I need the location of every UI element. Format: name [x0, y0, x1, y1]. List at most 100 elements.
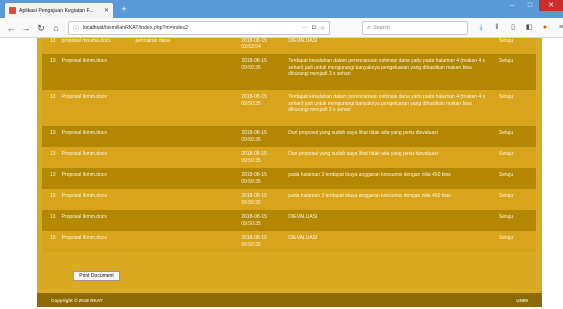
cell-description	[132, 210, 239, 232]
search-placeholder: Search	[373, 25, 390, 31]
close-tab-icon[interactable]: ✕	[104, 7, 109, 14]
cell-status: Setuju	[496, 38, 536, 55]
cell-no: 13	[42, 126, 59, 148]
cell-evaluation: Dari proposal yang sudah saya lihat tida…	[285, 147, 496, 169]
page-info-icon[interactable]: ⓘ	[73, 24, 79, 33]
cell-timestamp: 2018-08-15 09:50:35	[238, 210, 286, 232]
cell-timestamp: 2018-08-15 03:53:54	[238, 38, 286, 55]
home-icon[interactable]: ⌂	[50, 22, 62, 34]
cell-no: 13	[42, 90, 59, 127]
cell-evaluation: Terdapat kesalahan dalam perencanaan est…	[285, 90, 496, 127]
cell-evaluation: pada halaman 3 terdapat biaya anggaran k…	[285, 189, 496, 211]
cell-status: Setuju	[496, 54, 536, 91]
cell-timestamp: 2018-08-15 09:50:35	[238, 189, 286, 211]
cell-file-name: Proposal Ikmm.docx	[58, 147, 133, 169]
table-row: 13 Proposal Ikmm.docx 2018-08-15 09:50:35 T…	[42, 90, 536, 127]
library-icon[interactable]: ⫴	[492, 22, 502, 34]
cell-description	[132, 189, 239, 211]
cell-no: 13	[42, 54, 59, 91]
cell-evaluation: DIEVALUASI	[285, 210, 496, 232]
page-actions-icon[interactable]: ···	[302, 25, 308, 32]
cell-timestamp: 2018-08-15 09:50:35	[238, 126, 286, 148]
forward-icon[interactable]: →	[20, 22, 32, 34]
table-row: 13 Proposal Ikmm.docx 2018-08-15 09:50:35 T…	[42, 54, 536, 91]
cell-file-name: Proposal Ikmm.docx	[58, 210, 133, 232]
new-tab-icon[interactable]: +	[118, 4, 130, 15]
cell-no: 13	[42, 210, 59, 232]
cell-file-name: Proposal Ikmm.docx	[58, 231, 133, 253]
footer: Copyright © 2018 RKAT UNIM	[37, 293, 542, 307]
content-panel: 13 proposal mouma.docx pencairan dana 2018-…	[37, 38, 542, 293]
cell-no: 13	[42, 168, 59, 190]
cell-status: Setuju	[496, 210, 536, 232]
firefox-icon[interactable]: ●	[540, 22, 550, 34]
cell-status: Setuju	[496, 90, 536, 127]
cell-file-name: Proposal Ikmm.docx	[58, 189, 133, 211]
cell-status: Setuju	[496, 168, 536, 190]
downloads-icon[interactable]: ⤓	[476, 22, 486, 34]
minimize-icon[interactable]: –	[503, 0, 521, 11]
search-icon: ⌕	[367, 24, 371, 31]
footer-right-text: UNIM	[516, 297, 528, 303]
window-close-icon[interactable]: ✕	[539, 0, 563, 11]
cell-status: Setuju	[496, 189, 536, 211]
table-row: 13 Proposal Ikmm.docx 2018-08-15 09:50:35 p…	[42, 189, 536, 211]
cell-no: 13	[42, 189, 59, 211]
cell-file-name: proposal mouma.docx	[58, 38, 133, 55]
cell-status: Setuju	[496, 231, 536, 253]
cell-file-name: Proposal Ikmm.docx	[58, 54, 133, 91]
cell-status: Setuju	[496, 147, 536, 169]
print-document-button[interactable]: Print Document	[73, 271, 120, 281]
table-row: 13 Proposal Ikmm.docx 2018-08-15 09:50:35 D…	[42, 210, 536, 232]
cell-file-name: Proposal Ikmm.docx	[58, 90, 133, 127]
pocket-icon[interactable]: ◘	[312, 25, 316, 32]
cell-description: pencairan dana	[132, 38, 239, 55]
back-icon[interactable]: ←	[5, 22, 17, 34]
address-url: localhost/bismillahRKAT/index.php?m=inde…	[83, 25, 189, 31]
browser-tab-strip: Aplikasi Pengajuan Kegiatan F... ✕ + – □…	[0, 0, 563, 18]
cell-no: 13	[42, 147, 59, 169]
page-content: 13 proposal mouma.docx pencairan dana 2018-…	[0, 38, 563, 309]
maximize-icon[interactable]: □	[521, 0, 539, 11]
cell-description	[132, 231, 239, 253]
cell-evaluation: Terdapat kesalahan dalam perencanaan est…	[285, 54, 496, 91]
cell-no: 13	[42, 231, 59, 253]
favicon-icon	[9, 7, 16, 14]
cell-description	[132, 90, 239, 127]
cell-evaluation: Dari proposal yang sudah saya lihat tida…	[285, 126, 496, 148]
cell-description	[132, 126, 239, 148]
table-row: 13 Proposal Ikmm.docx 2018-08-15 09:50:35 D…	[42, 126, 536, 148]
sidebar-icon[interactable]: ▯	[508, 22, 518, 34]
search-input[interactable]: ⌕ Search	[362, 21, 468, 35]
tab-title: Aplikasi Pengajuan Kegiatan F...	[19, 7, 94, 14]
cell-description	[132, 147, 239, 169]
browser-tab[interactable]: Aplikasi Pengajuan Kegiatan F... ✕	[5, 3, 113, 18]
menu-icon[interactable]: ≡	[556, 22, 563, 34]
cell-description	[132, 168, 239, 190]
cell-timestamp: 2018-08-15 09:50:35	[238, 147, 286, 169]
cell-timestamp: 2018-08-15 09:50:35	[238, 231, 286, 253]
window-controls: – □ ✕	[503, 0, 563, 11]
table-row: 13 Proposal Ikmm.docx 2018-08-15 09:50:35 D…	[42, 147, 536, 169]
bookmark-star-icon[interactable]: ☆	[320, 25, 325, 32]
cell-description	[132, 54, 239, 91]
cell-timestamp: 2018-08-15 09:50:35	[238, 90, 286, 127]
cell-evaluation: pada halaman 3 terdapat biaya anggaran k…	[285, 168, 496, 190]
footer-copyright: Copyright © 2018 RKAT	[51, 297, 103, 303]
cell-no: 13	[42, 38, 59, 55]
table-row: 13 Proposal Ikmm.docx 2018-08-15 09:50:35 p…	[42, 168, 536, 190]
cell-file-name: Proposal Ikmm.docx	[58, 168, 133, 190]
cell-evaluation: DIEVALUASI	[285, 38, 496, 55]
cell-timestamp: 2018-08-15 09:50:35	[238, 168, 286, 190]
cell-status: Setuju	[496, 126, 536, 148]
reload-icon[interactable]: ↻	[35, 22, 47, 34]
table-row: 13 proposal mouma.docx pencairan dana 2018-…	[42, 38, 536, 55]
browser-toolbar: ← → ↻ ⌂ ⓘ localhost/bismillahRKAT/index.…	[0, 18, 563, 38]
reader-icon[interactable]: ◧	[524, 22, 534, 34]
cell-evaluation: DIEVALUASI	[285, 231, 496, 253]
cell-file-name: Proposal Ikmm.docx	[58, 126, 133, 148]
table-row: 13 Proposal Ikmm.docx 2018-08-15 09:50:35 D…	[42, 231, 536, 253]
cell-timestamp: 2018-08-15 09:50:35	[238, 54, 286, 91]
address-bar[interactable]: ⓘ localhost/bismillahRKAT/index.php?m=in…	[68, 21, 330, 35]
evaluation-table: 13 proposal mouma.docx pencairan dana 2018-…	[42, 38, 536, 253]
